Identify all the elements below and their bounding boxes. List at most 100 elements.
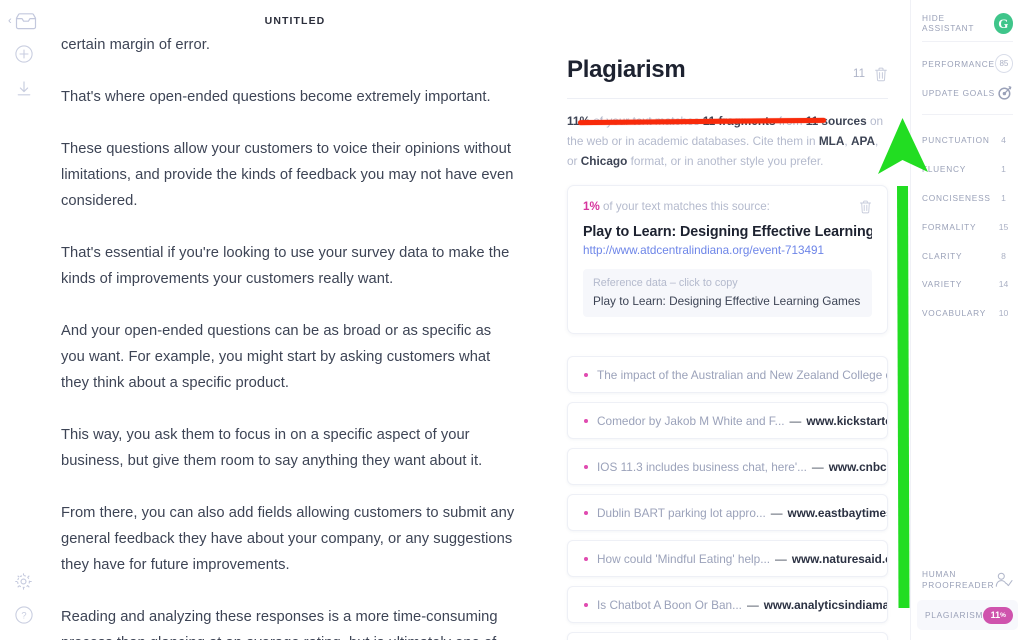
left-rail: ‹ ? (0, 0, 47, 640)
inbox-icon[interactable] (15, 13, 37, 30)
back-button[interactable]: ‹ (2, 13, 49, 30)
plagiarism-sidebar-button[interactable]: PLAGIARISM 11% (917, 600, 1018, 630)
human-proofreader-line2: PROOFREADER (922, 580, 995, 590)
plagiarism-title: Plagiarism (567, 56, 686, 83)
source-separator: — (746, 597, 759, 612)
reference-data-box[interactable]: Reference data – click to copy Play to L… (583, 269, 872, 317)
source-separator: — (789, 413, 802, 428)
source-list-item[interactable]: IOS 11.3 includes business chat, here'..… (567, 448, 888, 485)
document-paragraph: These questions allow your customers to … (61, 141, 514, 209)
source-list-item[interactable]: CRUSH The CFA Ex... — crushthefinanciala… (567, 632, 888, 640)
metric-value: 10 (998, 308, 1009, 319)
metric-vocabulary[interactable]: VOCABULARY 10 (922, 299, 1013, 328)
bullet-icon (584, 418, 588, 423)
source-match-line: 1% of your text matches this source: (583, 200, 770, 213)
metric-conciseness[interactable]: CONCISENESS 1 (922, 184, 1013, 213)
source-name: Dublin BART parking lot appro... (597, 505, 766, 520)
featured-source-card[interactable]: 1% of your text matches this source: Pla… (567, 185, 888, 334)
desc-text: format, or in another style you prefer. (627, 154, 824, 168)
metric-label: CLARITY (922, 250, 963, 261)
metric-punctuation[interactable]: PUNCTUATION 4 (922, 126, 1013, 155)
source-domain: www.cnbc.com (828, 459, 887, 474)
human-proofreader-row[interactable]: HUMAN PROOFREADER (922, 569, 1013, 600)
performance-row[interactable]: PERFORMANCE 85 (922, 49, 1013, 78)
person-check-icon-glyph (995, 572, 1013, 587)
bullet-icon (584, 464, 588, 469)
download-icon (17, 81, 30, 96)
metric-variety[interactable]: VARIETY 14 (922, 270, 1013, 299)
svg-text:?: ? (21, 610, 26, 621)
assistant-metrics: PUNCTUATION 4 FLUENCY 1 CONCISENESS 1 FO… (922, 122, 1013, 328)
style-mla: MLA (818, 134, 845, 148)
download-button[interactable] (0, 80, 47, 98)
plus-circle-icon (14, 45, 33, 63)
delete-source-icon[interactable] (859, 200, 872, 214)
source-separator: — (811, 459, 824, 474)
metric-value: 1 (1001, 164, 1006, 175)
help-button[interactable]: ? (0, 606, 47, 624)
source-list-item[interactable]: How could 'Mindful Eating' help... — www… (567, 540, 888, 577)
metric-label: VARIETY (922, 279, 963, 290)
document-paragraph: certain margin of error. (61, 37, 210, 53)
person-check-icon[interactable] (995, 572, 1013, 588)
metric-formality[interactable]: FORMALITY 15 (922, 212, 1013, 241)
plagiarism-count: 11 (853, 68, 865, 80)
bullet-icon (584, 510, 588, 515)
plagiarism-badge-value: 11 (990, 610, 1001, 620)
reference-data-label: Reference data – click to copy (593, 277, 738, 289)
source-name: How could 'Mindful Eating' help... (597, 551, 771, 566)
metric-label: FLUENCY (922, 164, 966, 175)
metric-fluency[interactable]: FLUENCY 1 (922, 155, 1013, 184)
document-paragraph: This way, you ask them to focus in on a … (61, 427, 483, 469)
document-editor[interactable]: include all of your audience's potential… (61, 32, 519, 640)
sources-count: 11 sources (805, 114, 867, 128)
metric-label: PUNCTUATION (922, 135, 990, 146)
hide-assistant-button[interactable]: HIDE ASSISTANT G (922, 0, 1013, 34)
back-chevron-icon: ‹ (8, 15, 12, 27)
human-proofreader-line1: HUMAN (922, 569, 957, 579)
plagiarism-header: Plagiarism 11 (567, 0, 888, 84)
document-paragraph: From there, you can also add fields allo… (61, 505, 515, 573)
source-list-item[interactable]: Is Chatbot A Boon Or Ban... — www.analyt… (567, 586, 888, 623)
plagiarism-badge-suffix: % (1000, 611, 1006, 619)
fragments-count: 11 fragments (702, 114, 776, 128)
desc-text: from (775, 114, 806, 128)
source-list-item[interactable]: Comedor by Jakob M White and F... — www.… (567, 402, 888, 439)
gear-icon (15, 573, 32, 590)
trash-icon (875, 67, 887, 81)
style-apa: APA (850, 134, 875, 148)
performance-label: PERFORMANCE (922, 58, 995, 69)
hide-assistant-label: HIDE ASSISTANT (922, 13, 975, 33)
reference-data-value: Play to Learn: Designing Effective Learn… (593, 294, 862, 308)
match-percent: 11% (567, 114, 590, 128)
metric-clarity[interactable]: CLARITY 8 (922, 241, 1013, 270)
source-separator: — (770, 505, 783, 520)
source-title: Play to Learn: Designing Effective Learn… (583, 224, 872, 240)
document-title[interactable]: UNTITLED (47, 15, 543, 27)
desc-text: of your text matches (589, 114, 703, 128)
source-domain: www.naturesaid.co.uk (791, 551, 887, 566)
new-document-button[interactable] (0, 45, 47, 63)
source-name: Is Chatbot A Boon Or Ban... (597, 597, 742, 612)
document-pane: UNTITLED include all of your audience's … (47, 0, 543, 640)
grammarly-logo-icon[interactable]: G (993, 12, 1013, 34)
source-list-item[interactable]: The impact of the Australian and New Zea… (567, 356, 888, 393)
source-list-item[interactable]: Dublin BART parking lot appro... — www.e… (567, 494, 888, 531)
source-domain: www.analyticsindiamag.com (763, 597, 887, 612)
assistant-divider (922, 114, 1013, 115)
source-url-link[interactable]: http://www.atdcentralindiana.org/event-7… (583, 244, 872, 257)
target-icon-glyph (998, 85, 1012, 100)
target-icon[interactable] (997, 85, 1013, 101)
settings-button[interactable] (0, 572, 47, 591)
delete-all-icon[interactable] (874, 67, 888, 82)
human-proofreader-label: HUMAN PROOFREADER (922, 569, 994, 591)
other-sources-list: The impact of the Australian and New Zea… (567, 356, 888, 640)
app-root: ‹ ? UNTITLED certain margin of error. Th… (0, 0, 1024, 640)
source-separator: — (775, 551, 787, 566)
assistant-sidebar: HIDE ASSISTANT G PERFORMANCE 85 UPDATE G… (910, 0, 1024, 640)
update-goals-row[interactable]: UPDATE GOALS (922, 78, 1013, 107)
assistant-bottom: HUMAN PROOFREADER PLAGIARISM 11% (917, 569, 1018, 630)
document-paragraph: Reading and analyzing these responses is… (61, 609, 498, 640)
source-domain: www.eastbaytimes.com (787, 505, 887, 520)
metric-value: 14 (998, 279, 1009, 290)
